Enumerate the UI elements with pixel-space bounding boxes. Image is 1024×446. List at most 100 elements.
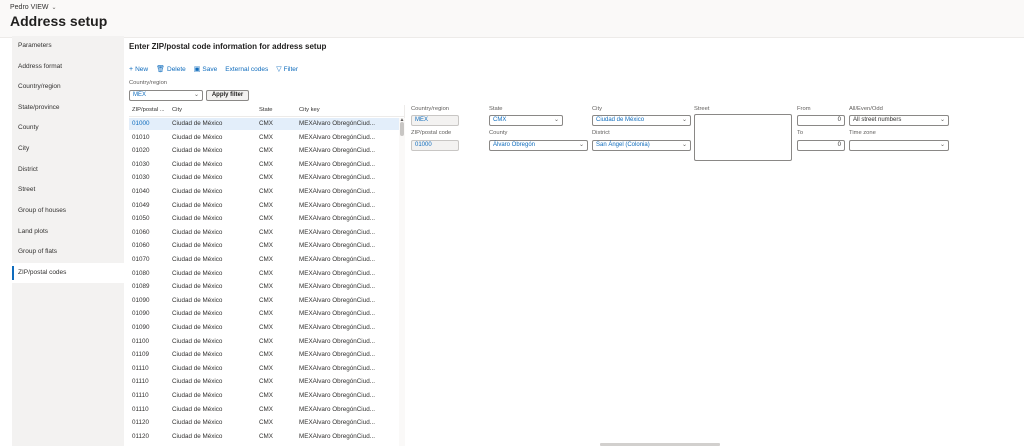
detail-country-field[interactable]: MEX — [411, 115, 459, 126]
chevron-down-icon[interactable]: ⌄ — [52, 4, 57, 11]
table-row[interactable]: 01060 Ciudad de México CMX MEXÁlvaro Obregó… — [129, 227, 399, 239]
column-header-city[interactable]: City — [172, 107, 182, 113]
city-cell: Ciudad de México — [172, 419, 223, 427]
state-cell: CMX — [259, 160, 273, 168]
save-button[interactable]: ▣ Save — [194, 65, 217, 74]
table-row[interactable]: 01010 Ciudad de México CMX MEXÁlvaro Obregó… — [129, 132, 399, 144]
sidebar-item-street[interactable]: Street — [12, 180, 124, 200]
state-cell: CMX — [259, 432, 273, 440]
detail-district-select[interactable]: San Ángel (Colonia) ⌄ — [592, 140, 691, 151]
table-row[interactable]: 01049 Ciudad de México CMX MEXÁlvaro Obregó… — [129, 200, 399, 212]
delete-button-label: Delete — [167, 65, 186, 73]
country-filter-label: Country/region — [129, 80, 168, 86]
sidebar-item-group-of-houses[interactable]: Group of houses — [12, 201, 124, 221]
delete-button[interactable]: 🗑 Delete — [156, 65, 186, 74]
detail-state-select[interactable]: CMX ⌄ — [489, 115, 563, 126]
chevron-down-icon: ⌄ — [939, 142, 945, 148]
sidebar-item-land-plots[interactable]: Land plots — [12, 222, 124, 242]
city-cell: Ciudad de México — [172, 337, 223, 345]
table-row[interactable]: 01110 Ciudad de México CMX MEXÁlvaro Obregó… — [129, 404, 399, 416]
city-key-cell: MEXÁlvaro ObregónCiud... — [299, 256, 375, 263]
filter-icon: ▽ — [276, 66, 282, 73]
city-cell: Ciudad de México — [172, 242, 223, 250]
detail-zip-field[interactable]: 01000 — [411, 140, 459, 151]
detail-allevenodd-select[interactable]: All street numbers ⌄ — [849, 115, 949, 126]
table-row[interactable]: 01020 Ciudad de México CMX MEXÁlvaro Obregó… — [129, 145, 399, 157]
sidebar-item-county[interactable]: County — [12, 118, 124, 138]
scroll-thumb[interactable] — [400, 122, 404, 136]
table-row[interactable]: 01060 Ciudad de México CMX MEXÁlvaro Obregó… — [129, 240, 399, 252]
table-row[interactable]: 01110 Ciudad de México CMX MEXÁlvaro Obregó… — [129, 376, 399, 388]
state-cell: CMX — [259, 296, 273, 304]
table-row[interactable]: 01110 Ciudad de México CMX MEXÁlvaro Obregó… — [129, 363, 399, 375]
table-row[interactable]: 01120 Ciudad de México CMX MEXÁlvaro Obregó… — [129, 417, 399, 429]
state-cell: CMX — [259, 310, 273, 318]
detail-from-label: From — [797, 106, 811, 112]
table-row[interactable]: 01050 Ciudad de México CMX MEXÁlvaro Obregó… — [129, 213, 399, 225]
table-row[interactable]: 01080 Ciudad de México CMX MEXÁlvaro Obregó… — [129, 268, 399, 280]
sidebar-item-zip-postal-codes[interactable]: ZIP/postal codes — [12, 263, 124, 283]
state-cell: CMX — [259, 337, 273, 345]
detail-to-field[interactable]: 0 — [797, 140, 845, 151]
sidebar-item-group-of-flats[interactable]: Group of flats — [12, 242, 124, 262]
table-row[interactable]: 01040 Ciudad de México CMX MEXÁlvaro Obregó… — [129, 186, 399, 198]
table-row[interactable]: 01000 Ciudad de México CMX MEXÁlvaro Obregó… — [129, 118, 399, 130]
detail-county-value: Álvaro Obregón — [493, 142, 536, 148]
apply-filter-button[interactable]: Apply filter — [206, 90, 249, 101]
grid-scrollbar[interactable]: ▲ — [399, 117, 405, 446]
column-header-state[interactable]: State — [259, 107, 273, 113]
city-key-cell: MEXÁlvaro ObregónCiud... — [299, 147, 375, 155]
city-key-cell: MEXÁlvaro ObregónCiud... — [299, 419, 375, 427]
table-row[interactable]: 01089 Ciudad de México CMX MEXÁlvaro Obregó… — [129, 281, 399, 293]
city-key-cell: MEXÁlvaro ObregónCiud... — [299, 160, 375, 168]
table-row[interactable]: 01030 Ciudad de México CMX MEXÁlvaro Obregó… — [129, 172, 399, 184]
detail-county-select[interactable]: Álvaro Obregón ⌄ — [489, 140, 588, 151]
detail-to-label: To — [797, 130, 804, 136]
city-cell: Ciudad de México — [172, 392, 223, 399]
detail-district-value: San Ángel (Colonia) — [596, 142, 650, 148]
new-button[interactable]: + New — [129, 66, 148, 73]
city-key-cell: MEXÁlvaro ObregónCiud... — [299, 133, 375, 141]
sidebar-item-parameters[interactable]: Parameters — [12, 36, 124, 56]
zip-grid: ZIP/postal ... City State City key 01000… — [129, 105, 405, 446]
state-cell: CMX — [259, 201, 273, 209]
sidebar-item-city[interactable]: City — [12, 139, 124, 159]
detail-timezone-select[interactable]: ⌄ — [849, 140, 949, 151]
detail-city-select[interactable]: Ciudad de México ⌄ — [592, 115, 691, 126]
detail-from-field[interactable]: 0 — [797, 115, 845, 126]
city-key-cell: MEXÁlvaro ObregónCiud... — [299, 337, 375, 345]
sidebar-item-state-province[interactable]: State/province — [12, 98, 124, 118]
table-row[interactable]: 01070 Ciudad de México CMX MEXÁlvaro Obregó… — [129, 254, 399, 266]
state-cell: CMX — [259, 215, 273, 223]
sidebar-item-country-region[interactable]: Country/region — [12, 77, 124, 97]
breadcrumb-label[interactable]: Pedro VIEW — [10, 4, 49, 11]
country-filter-select[interactable]: MEX ⌄ — [129, 90, 203, 101]
city-cell: Ciudad de México — [172, 405, 223, 413]
state-cell: CMX — [259, 228, 273, 236]
table-row[interactable]: 01109 Ciudad de México CMX MEXÁlvaro Obregó… — [129, 349, 399, 361]
zip-cell: 01110 — [132, 378, 149, 386]
city-cell: Ciudad de México — [172, 215, 223, 223]
sidebar-item-address-format[interactable]: Address format — [12, 57, 124, 77]
external-codes-button[interactable]: External codes — [225, 66, 268, 73]
column-header-city-key[interactable]: City key — [299, 107, 320, 113]
table-row[interactable]: 01090 Ciudad de México CMX MEXÁlvaro Obregó… — [129, 322, 399, 334]
column-header-zip[interactable]: ZIP/postal ... — [132, 107, 165, 113]
table-row[interactable]: 01100 Ciudad de México CMX MEXÁlvaro Obregó… — [129, 336, 399, 348]
table-row[interactable]: 01120 Ciudad de México CMX MEXÁlvaro Obregó… — [129, 431, 399, 443]
sidebar-item-district[interactable]: District — [12, 160, 124, 180]
state-cell: CMX — [259, 174, 273, 182]
table-row[interactable]: 01110 Ciudad de México CMX MEXÁlvaro Obregó… — [129, 390, 399, 402]
table-row[interactable]: 01090 Ciudad de México CMX MEXÁlvaro Obregó… — [129, 308, 399, 320]
detail-state-value: CMX — [493, 117, 507, 123]
zip-cell: 01030 — [132, 174, 150, 182]
city-cell: Ciudad de México — [172, 201, 223, 209]
zip-cell: 01100 — [132, 337, 150, 345]
external-codes-label: External codes — [225, 65, 269, 73]
table-row[interactable]: 01030 Ciudad de México CMX MEXÁlvaro Obregó… — [129, 159, 399, 171]
filter-button[interactable]: ▽ Filter — [276, 65, 298, 74]
detail-street-textarea[interactable] — [694, 114, 792, 161]
table-row[interactable]: 01090 Ciudad de México CMX MEXÁlvaro Obregó… — [129, 295, 399, 307]
breadcrumb[interactable]: Pedro VIEW ⌄ — [10, 4, 57, 11]
city-cell: Ciudad de México — [172, 432, 223, 440]
